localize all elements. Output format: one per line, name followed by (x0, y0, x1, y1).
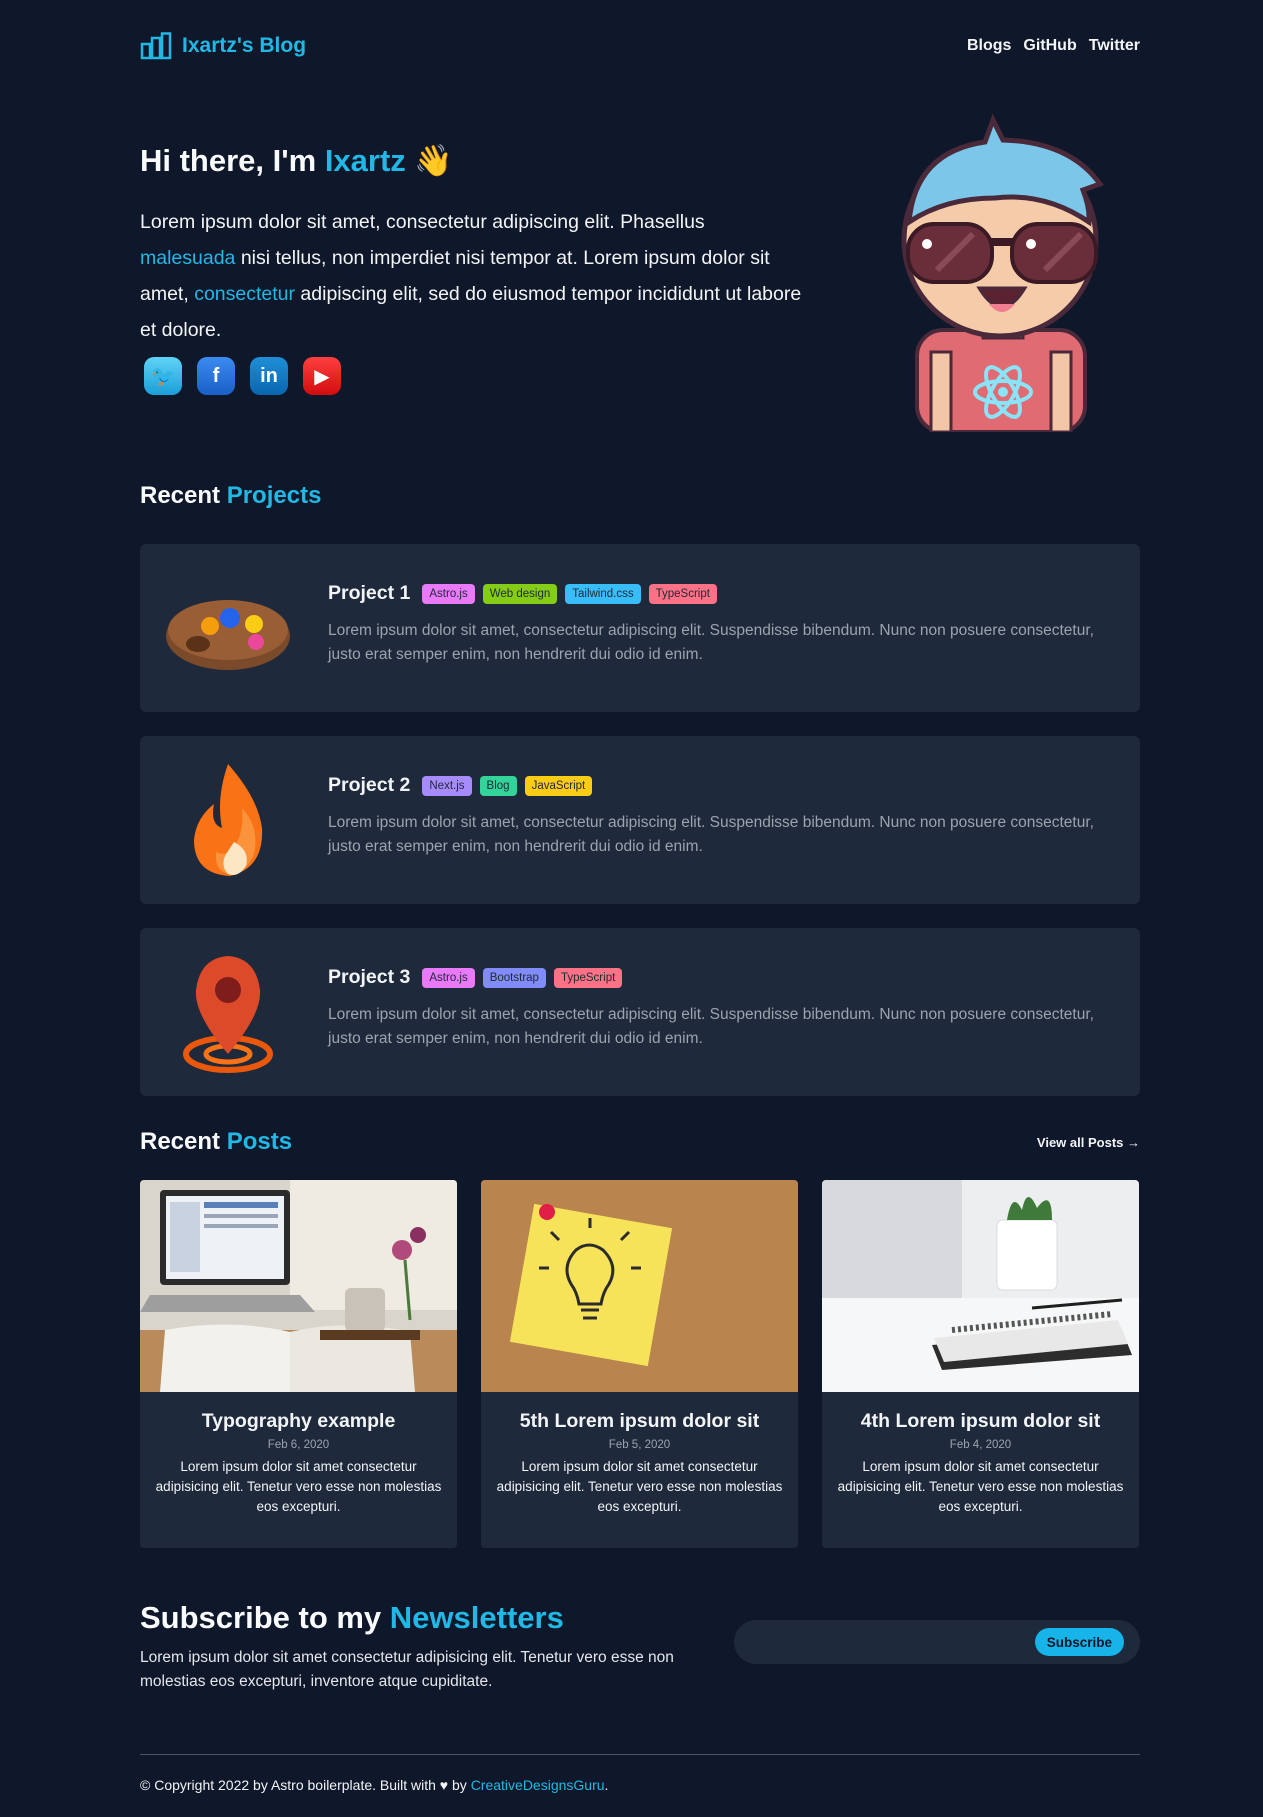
project-tag: Bootstrap (482, 967, 546, 988)
post-card[interactable]: 5th Lorem ipsum dolor sit Feb 5, 2020 Lo… (481, 1180, 798, 1548)
project-tag: Web design (482, 583, 558, 604)
project-name[interactable]: Project 1 (328, 582, 410, 605)
post-image-notebook[interactable] (822, 1180, 1139, 1392)
hero-text-part: Lorem ipsum dolor sit amet, consectetur … (140, 211, 705, 233)
post-body: 4th Lorem ipsum dolor sit Feb 4, 2020 Lo… (822, 1392, 1139, 1517)
post-image-laptop[interactable] (140, 1180, 457, 1392)
palette-icon (166, 600, 290, 670)
hero-link-malesuada[interactable]: malesuada (140, 247, 235, 269)
project-tag: TypeScript (648, 583, 717, 604)
project-body: Project 1 Astro.js Web design Tailwind.c… (328, 582, 1116, 667)
post-title[interactable]: 4th Lorem ipsum dolor sit (832, 1410, 1129, 1433)
projects-header: Recent Projects (140, 482, 1140, 512)
nav-twitter-link[interactable]: Twitter (1089, 37, 1140, 55)
view-all-posts-link[interactable]: View all Posts → (1037, 1135, 1140, 1150)
hero-description: Lorem ipsum dolor sit amet, consectetur … (140, 204, 805, 348)
newsletter-section: Subscribe to my Newsletters Lorem ipsum … (140, 1600, 1140, 1724)
post-card[interactable]: Typography example Feb 6, 2020 Lorem ips… (140, 1180, 457, 1548)
nav-blogs-link[interactable]: Blogs (967, 37, 1011, 55)
brand-link[interactable]: Ixartz's Blog (140, 32, 306, 60)
subscribe-button[interactable]: Subscribe (1034, 1628, 1124, 1656)
project-name[interactable]: Project 3 (328, 966, 410, 989)
page: Ixartz's Blog Blogs GitHub Twitter Hi th… (140, 0, 1140, 1793)
linkedin-icon[interactable]: in (250, 357, 288, 395)
posts-section: Recent Posts View all Posts → Typography… (140, 1128, 1140, 1548)
facebook-icon[interactable]: f (197, 357, 235, 395)
project-body: Project 3 Astro.js Bootstrap TypeScript … (328, 966, 1116, 1051)
project-tag: Blog (479, 775, 517, 796)
post-title[interactable]: Typography example (150, 1410, 447, 1433)
project-tag: Next.js (422, 775, 472, 796)
main-nav: Blogs GitHub Twitter (967, 37, 1140, 55)
waving-hand-icon: 👋 (414, 143, 454, 178)
post-list: Typography example Feb 6, 2020 Lorem ips… (140, 1180, 1140, 1548)
post-date: Feb 6, 2020 (267, 1439, 330, 1451)
footer: © Copyright 2022 by Astro boilerplate. B… (140, 1754, 1140, 1793)
youtube-icon[interactable]: ▶ (303, 357, 341, 395)
project-card[interactable]: Project 3 Astro.js Bootstrap TypeScript … (140, 928, 1140, 1096)
project-description: Lorem ipsum dolor sit amet, consectetur … (328, 814, 1094, 855)
newsletter-title-accent: Newsletters (389, 1600, 564, 1635)
newsletter-form: Subscribe (734, 1620, 1140, 1664)
posts-title-plain: Recent (140, 1128, 227, 1155)
footer-suffix: . (604, 1777, 609, 1793)
project-description: Lorem ipsum dolor sit amet, consectetur … (328, 1006, 1094, 1047)
hero-link-consectetur[interactable]: consectetur (194, 283, 295, 305)
footer-copyright: © Copyright 2022 by Astro boilerplate. B… (140, 1777, 471, 1793)
project-header-row: Project 2 Next.js Blog JavaScript (328, 774, 1116, 797)
project-tag: Astro.js (422, 967, 475, 988)
post-description: Lorem ipsum dolor sit amet consectetur a… (837, 1459, 1124, 1514)
project-header-row: Project 1 Astro.js Web design Tailwind.c… (328, 582, 1116, 605)
post-date: Feb 5, 2020 (608, 1439, 671, 1451)
newsletter-description: Lorem ipsum dolor sit amet consectetur a… (140, 1649, 674, 1690)
fire-icon (194, 764, 263, 876)
post-description: Lorem ipsum dolor sit amet consectetur a… (155, 1459, 442, 1514)
hero-title: Hi there, I'm Ixartz 👋 (140, 142, 453, 179)
project-tag: Astro.js (422, 583, 475, 604)
post-date: Feb 4, 2020 (949, 1439, 1012, 1451)
project-card[interactable]: Project 2 Next.js Blog JavaScript Lorem … (140, 736, 1140, 904)
post-title[interactable]: 5th Lorem ipsum dolor sit (491, 1410, 788, 1433)
post-description: Lorem ipsum dolor sit amet consectetur a… (496, 1459, 783, 1514)
hero-greeting: Hi there, I'm (140, 143, 325, 178)
projects-section: Recent Projects Project 1 Astro.js Web d… (140, 482, 1140, 1096)
project-header-row: Project 3 Astro.js Bootstrap TypeScript (328, 966, 1116, 989)
posts-title: Recent Posts (140, 1128, 292, 1156)
projects-title-plain: Recent (140, 482, 227, 509)
project-list: Project 1 Astro.js Web design Tailwind.c… (140, 544, 1140, 1096)
projects-title-accent: Projects (226, 482, 322, 509)
project-card[interactable]: Project 1 Astro.js Web design Tailwind.c… (140, 544, 1140, 712)
posts-title-accent: Posts (226, 1128, 293, 1155)
post-body: 5th Lorem ipsum dolor sit Feb 5, 2020 Lo… (481, 1392, 798, 1517)
project-tag: TypeScript (553, 967, 623, 988)
social-links: 🐦 f in ▶ (144, 357, 341, 395)
nav-github-link[interactable]: GitHub (1023, 37, 1076, 55)
bar-chart-logo-icon (140, 32, 172, 60)
newsletter-title-plain: Subscribe to my (140, 1600, 390, 1635)
top-bar: Ixartz's Blog Blogs GitHub Twitter (140, 0, 1140, 92)
project-tag: JavaScript (524, 775, 593, 796)
projects-title: Recent Projects (140, 482, 1140, 510)
brand-name: Ixartz's Blog (182, 34, 307, 57)
hero-name: Ixartz (324, 143, 406, 178)
posts-header: Recent Posts View all Posts → (140, 1128, 1140, 1156)
post-image-lightbulb-note[interactable] (481, 1180, 798, 1392)
post-body: Typography example Feb 6, 2020 Lorem ips… (140, 1392, 457, 1517)
project-description: Lorem ipsum dolor sit amet, consectetur … (328, 622, 1094, 663)
hero-section: Hi there, I'm Ixartz 👋 Lorem ipsum dolor… (140, 92, 1140, 452)
footer-author-link[interactable]: CreativeDesignsGuru (471, 1777, 605, 1793)
avatar-illustration (901, 113, 1104, 432)
project-name[interactable]: Project 2 (328, 774, 410, 797)
project-tag: Tailwind.css (565, 583, 641, 604)
twitter-icon[interactable]: 🐦 (144, 357, 182, 395)
post-card[interactable]: 4th Lorem ipsum dolor sit Feb 4, 2020 Lo… (822, 1180, 1139, 1548)
newsletter-email-input[interactable] (752, 1630, 1012, 1654)
project-body: Project 2 Next.js Blog JavaScript Lorem … (328, 774, 1116, 859)
map-pin-icon (183, 956, 273, 1073)
